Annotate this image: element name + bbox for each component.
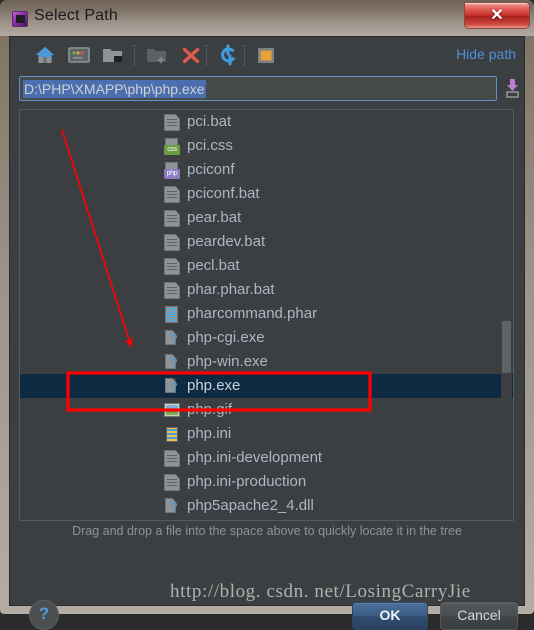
file-list-row[interactable]: peardev.bat: [20, 230, 513, 254]
file-name: php-cgi.exe: [187, 329, 265, 346]
css-file-icon: css: [164, 138, 180, 155]
toolbar: Hide path: [10, 37, 524, 73]
new-folder-icon[interactable]: [144, 43, 170, 67]
file-name: php.exe: [187, 377, 241, 394]
text-file-icon: [164, 450, 180, 467]
file-name: php.ini-production: [187, 473, 307, 490]
text-file-icon: [164, 474, 180, 491]
toolbar-separator-2: [206, 45, 208, 65]
file-name: pciconf.bat: [187, 185, 260, 202]
file-list-row[interactable]: php pciconf: [20, 158, 513, 182]
file-list-row[interactable]: php.gif: [20, 398, 513, 422]
window-title: Select Path: [34, 7, 119, 24]
file-list-row[interactable]: pear.bat: [20, 206, 513, 230]
show-hidden-files-icon[interactable]: [253, 43, 279, 67]
vertical-scrollbar-thumb[interactable]: [502, 321, 511, 373]
archive-file-icon: [164, 306, 180, 323]
phpstorm-app-icon: [12, 11, 28, 27]
file-list-row[interactable]: ? php-win.exe: [20, 350, 513, 374]
file-name: pciconf: [187, 161, 235, 178]
file-name: pecl.bat: [187, 257, 240, 274]
help-button[interactable]: ?: [29, 600, 59, 630]
file-list-row[interactable]: php.ini-development: [20, 446, 513, 470]
vertical-scrollbar[interactable]: [501, 111, 512, 519]
file-list-rows: pci.bat css pci.css php pciconf pciconf.bat pe…: [20, 110, 513, 518]
text-file-icon: [164, 258, 180, 275]
file-list-row[interactable]: pharcommand.phar: [20, 302, 513, 326]
file-list-row[interactable]: pciconf.bat: [20, 182, 513, 206]
home-icon[interactable]: [32, 43, 58, 67]
path-input[interactable]: D:\PHP\XMAPP\php\php.exe: [19, 76, 497, 101]
text-file-icon: [164, 234, 180, 251]
cancel-button[interactable]: Cancel: [440, 602, 518, 630]
question-mark-icon: ?: [38, 604, 50, 623]
text-file-icon: [164, 114, 180, 131]
file-list-row[interactable]: pecl.bat: [20, 254, 513, 278]
ok-button-label: OK: [379, 607, 401, 623]
file-list-row[interactable]: ? php5apache2_4.dll: [20, 494, 513, 518]
title-bar: Select Path ✕: [0, 0, 534, 36]
file-list-row[interactable]: css pci.css: [20, 134, 513, 158]
toolbar-separator-3: [244, 45, 246, 65]
file-list-row[interactable]: php.ini: [20, 422, 513, 446]
save-icon[interactable]: [504, 78, 522, 98]
file-name: phar.phar.bat: [187, 281, 275, 298]
file-name: pci.css: [187, 137, 233, 154]
cancel-button-label: Cancel: [457, 607, 501, 623]
file-name: peardev.bat: [187, 233, 266, 250]
drag-drop-hint: Drag and drop a file into the space abov…: [72, 524, 462, 538]
config-file-icon: [164, 426, 180, 443]
file-name: pci.bat: [187, 113, 232, 130]
file-list-row[interactable]: pci.bat: [20, 110, 513, 134]
refresh-icon[interactable]: [216, 43, 242, 67]
unknown-file-icon: ?: [164, 330, 180, 347]
project-folder-icon[interactable]: [100, 43, 126, 67]
file-list-row[interactable]: ? php-cgi.exe: [20, 326, 513, 350]
unknown-file-icon: ?: [164, 378, 180, 395]
close-button[interactable]: ✕: [464, 2, 530, 29]
unknown-file-icon: ?: [164, 498, 180, 515]
file-list-row-selected[interactable]: ? php.exe: [20, 374, 513, 398]
image-file-icon: [164, 402, 180, 419]
file-name: pharcommand.phar: [187, 305, 318, 322]
file-name: php-win.exe: [187, 353, 268, 370]
file-list-row[interactable]: php.ini-production: [20, 470, 513, 494]
file-list[interactable]: pci.bat css pci.css php pciconf pciconf.bat pe…: [19, 109, 514, 521]
file-name: pear.bat: [187, 209, 242, 226]
delete-icon[interactable]: [178, 43, 204, 67]
file-name: php.gif: [187, 401, 233, 418]
close-icon: ✕: [490, 7, 504, 24]
desktop-icon[interactable]: [66, 43, 92, 67]
dialog-body: Hide path D:\PHP\XMAPP\php\php.exe pci.b…: [9, 36, 525, 630]
file-name: php5apache2_4.dll: [187, 497, 314, 514]
ok-button[interactable]: OK: [352, 602, 428, 630]
text-file-icon: [164, 186, 180, 203]
toolbar-separator-1: [134, 45, 136, 65]
path-input-value: D:\PHP\XMAPP\php\php.exe: [23, 80, 206, 98]
unknown-file-icon: ?: [164, 354, 180, 371]
php-file-icon: php: [164, 162, 180, 179]
text-file-icon: [164, 210, 180, 227]
hide-path-link[interactable]: Hide path: [456, 46, 516, 62]
file-name: php.ini: [187, 425, 232, 442]
file-name: php.ini-development: [187, 449, 323, 466]
text-file-icon: [164, 282, 180, 299]
file-list-row[interactable]: phar.phar.bat: [20, 278, 513, 302]
select-path-dialog-window: Select Path ✕ Hide path D:\PHP\XMAPP\php…: [0, 0, 534, 630]
path-row: D:\PHP\XMAPP\php\php.exe: [10, 73, 524, 105]
